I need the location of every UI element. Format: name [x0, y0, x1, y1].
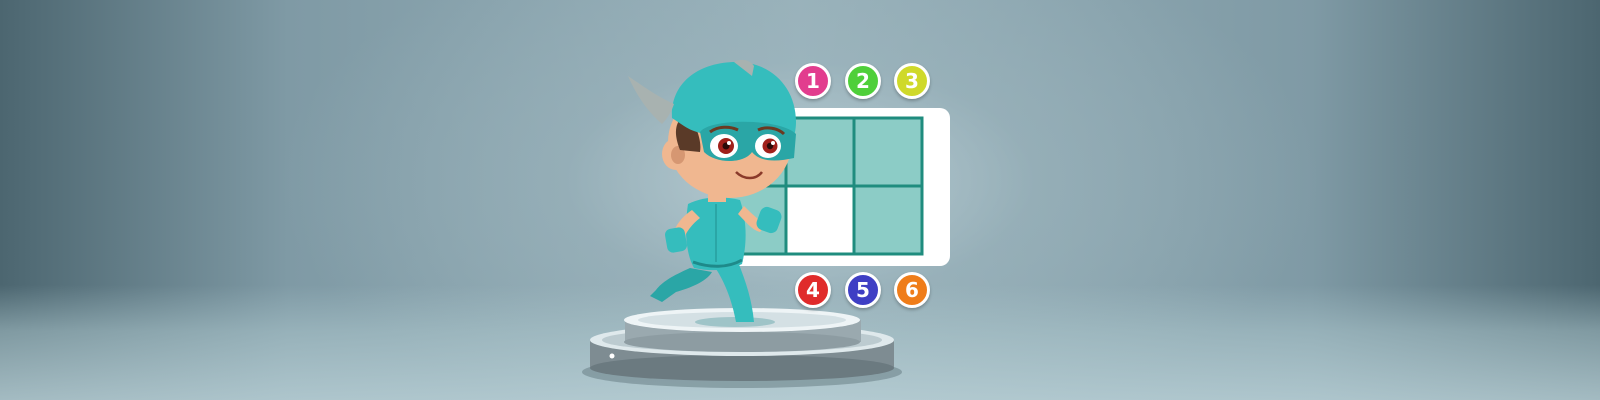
board-cell[interactable] — [852, 116, 924, 188]
board-cell[interactable] — [784, 184, 856, 256]
number-tile-5[interactable]: 5 — [845, 272, 881, 308]
game-scene — [582, 59, 950, 388]
board-cell[interactable] — [852, 184, 924, 256]
number-tile-1[interactable]: 1 — [795, 63, 831, 99]
number-tile-6[interactable]: 6 — [894, 272, 930, 308]
number-tile-2[interactable]: 2 — [845, 63, 881, 99]
board-cell[interactable] — [784, 116, 856, 188]
number-tile-3[interactable]: 3 — [894, 63, 930, 99]
number-tile-4[interactable]: 4 — [795, 272, 831, 308]
